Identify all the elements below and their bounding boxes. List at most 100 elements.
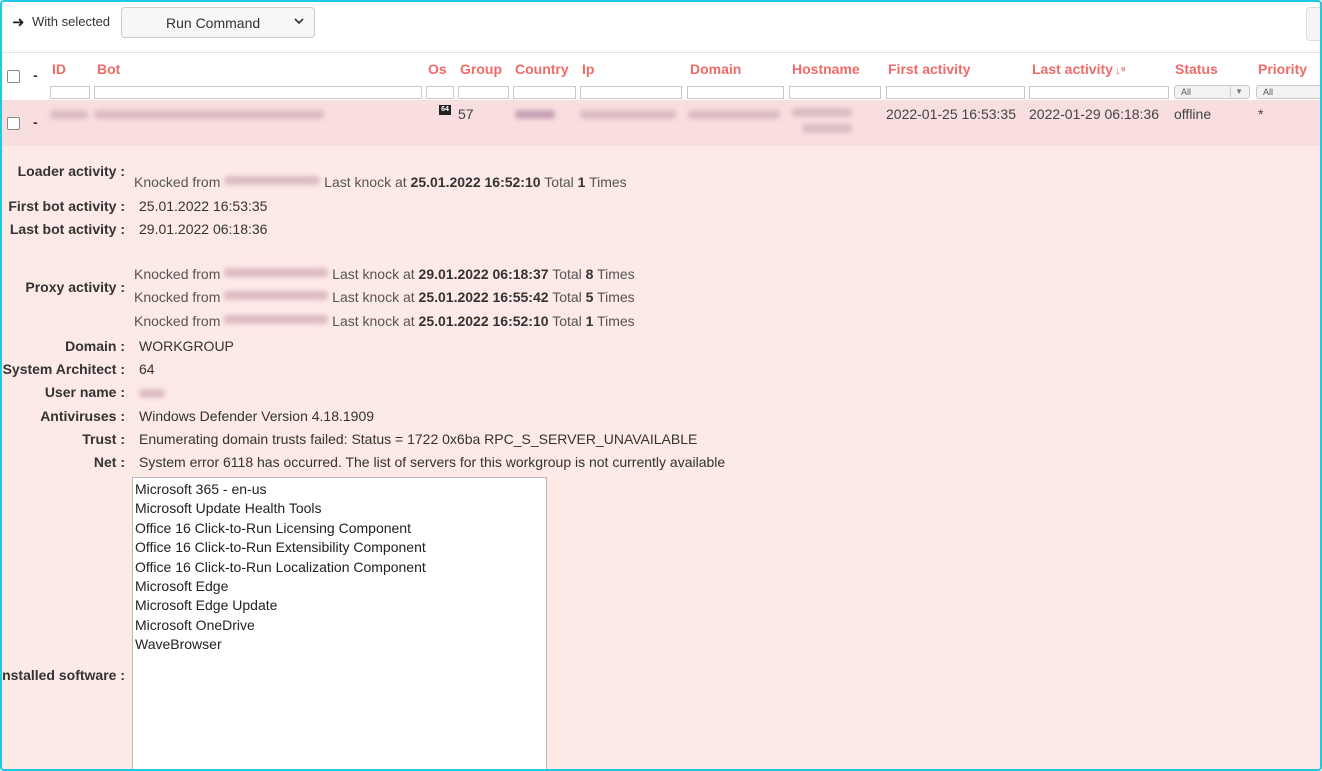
column-status[interactable]: Status — [1175, 61, 1218, 77]
filter-status-value: All — [1181, 87, 1192, 97]
net-value: System error 6118 has occurred. The list… — [139, 454, 726, 470]
redacted-ip — [580, 110, 676, 119]
column-group[interactable]: Group — [460, 61, 502, 77]
chevron-down-icon — [294, 18, 304, 25]
proxy-activity-line: Knocked from Last knock at 25.01.2022 16… — [134, 289, 635, 305]
software-item: Microsoft OneDrive — [135, 617, 255, 633]
installed-software-list[interactable]: Microsoft 365 - en-us Microsoft Update H… — [132, 477, 547, 769]
toolbar-edge-button[interactable] — [1306, 7, 1320, 41]
windows-os-icon: 64 — [439, 105, 451, 115]
row-status: offline — [1174, 106, 1212, 122]
software-item: Microsoft Update Health Tools — [135, 500, 322, 516]
loader-times: Times — [589, 174, 627, 190]
column-country[interactable]: Country — [515, 61, 569, 77]
filter-os[interactable] — [426, 86, 454, 99]
arrow-right-icon: ➜ — [12, 14, 25, 31]
column-last-activity[interactable]: Last activity ↓⁹ — [1032, 61, 1126, 77]
filter-bot[interactable] — [94, 86, 422, 99]
proxy-times: Times — [597, 266, 635, 282]
proxy-total: Total — [552, 313, 582, 329]
table-row[interactable]: - 64 57 2022-01-25 16:53:35 2022-01-29 0… — [2, 100, 1320, 146]
filter-id[interactable] — [50, 86, 90, 99]
row-last-activity: 2022-01-29 06:18:36 — [1029, 106, 1159, 122]
filter-domain[interactable] — [687, 86, 784, 99]
filter-priority-value: All — [1263, 87, 1274, 97]
proxy-total: Total — [552, 289, 582, 305]
redacted-loader-ip — [224, 176, 321, 185]
column-priority[interactable]: Priority — [1258, 61, 1307, 77]
filter-ip[interactable] — [580, 86, 682, 99]
redacted-proxy-ip — [224, 268, 329, 277]
software-item: Microsoft 365 - en-us — [135, 481, 267, 497]
first-bot-activity-value: 25.01.2022 16:53:35 — [139, 198, 268, 214]
column-ip[interactable]: Ip — [582, 61, 594, 77]
redacted-proxy-ip — [224, 291, 329, 300]
loader-total: Total — [544, 174, 574, 190]
system-architect-value: 64 — [139, 361, 155, 377]
column-domain[interactable]: Domain — [690, 61, 741, 77]
domain-value: WORKGROUP — [139, 338, 234, 354]
bot-panel: ➜ With selected Run Command - ID Bot Os … — [0, 0, 1322, 771]
select-separator — [1230, 87, 1231, 97]
loader-last-knock-at: Last knock at — [324, 174, 407, 190]
table-header: - ID Bot Os Group Country Ip Domain Host… — [2, 52, 1320, 100]
sort-descending-icon: ↓⁹ — [1114, 65, 1126, 77]
net-label: Net : — [93, 454, 125, 470]
filter-priority-select[interactable]: All — [1256, 85, 1320, 99]
first-bot-activity-label: First bot activity : — [8, 198, 125, 214]
user-name-label: User name : — [44, 384, 125, 400]
redacted-id — [50, 110, 88, 119]
proxy-knocked-from: Knocked from — [134, 313, 221, 329]
loader-activity-label: Loader activity : — [17, 163, 125, 179]
system-architect-label: System Architect : — [2, 361, 125, 377]
command-select-value: Run Command — [166, 15, 261, 31]
with-selected-label: With selected — [32, 14, 111, 29]
proxy-last-knock-time: 25.01.2022 16:55:42 — [418, 289, 549, 305]
loader-knocked-from: Knocked from — [134, 174, 221, 190]
filter-hostname[interactable] — [789, 86, 881, 99]
redacted-proxy-ip — [224, 315, 329, 324]
dropdown-arrow-icon: ▼ — [1235, 87, 1243, 96]
software-item: Microsoft Edge Update — [135, 597, 278, 613]
proxy-knocked-from: Knocked from — [134, 266, 221, 282]
row-first-activity: 2022-01-25 16:53:35 — [886, 106, 1016, 122]
proxy-last-knock-at: Last knock at — [332, 266, 415, 282]
filter-last-activity[interactable] — [1029, 86, 1169, 99]
antiviruses-label: Antiviruses : — [40, 408, 125, 424]
column-bot[interactable]: Bot — [97, 61, 120, 77]
proxy-count: 5 — [585, 289, 594, 305]
column-os[interactable]: Os — [428, 61, 447, 77]
header-dash: - — [33, 67, 38, 83]
filter-country[interactable] — [513, 86, 576, 99]
row-checkbox[interactable] — [7, 117, 20, 130]
software-item: Office 16 Click-to-Run Licensing Compone… — [135, 520, 411, 536]
redacted-user-name — [139, 389, 165, 398]
command-select[interactable]: Run Command — [121, 7, 315, 38]
filter-group[interactable] — [458, 86, 509, 99]
select-all-checkbox[interactable] — [7, 70, 20, 83]
toolbar: ➜ With selected Run Command — [2, 2, 1320, 52]
column-first-activity[interactable]: First activity — [888, 61, 970, 77]
proxy-last-knock-time: 29.01.2022 06:18:37 — [418, 266, 549, 282]
proxy-times: Times — [597, 313, 635, 329]
column-hostname[interactable]: Hostname — [792, 61, 860, 77]
proxy-last-knock-at: Last knock at — [332, 289, 415, 305]
filter-first-activity[interactable] — [886, 86, 1025, 99]
software-item: WaveBrowser — [135, 636, 222, 652]
proxy-knocked-from: Knocked from — [134, 289, 221, 305]
trust-value: Enumerating domain trusts failed: Status… — [139, 431, 698, 447]
trust-label: Trust : — [82, 431, 125, 447]
column-id[interactable]: ID — [52, 61, 66, 77]
redacted-domain — [688, 110, 780, 119]
filter-status-select[interactable]: All ▼ — [1174, 85, 1250, 99]
redacted-hostname-line2 — [802, 124, 852, 133]
software-item: Office 16 Click-to-Run Extensibility Com… — [135, 539, 426, 555]
proxy-count: 1 — [585, 313, 594, 329]
row-dash: - — [33, 114, 38, 130]
loader-count: 1 — [577, 174, 586, 190]
bot-details: Loader activity : Knocked from Last knoc… — [2, 146, 1320, 769]
proxy-times: Times — [597, 289, 635, 305]
proxy-last-knock-at: Last knock at — [332, 313, 415, 329]
proxy-total: Total — [552, 266, 582, 282]
proxy-activity-line: Knocked from Last knock at 29.01.2022 06… — [134, 266, 635, 282]
